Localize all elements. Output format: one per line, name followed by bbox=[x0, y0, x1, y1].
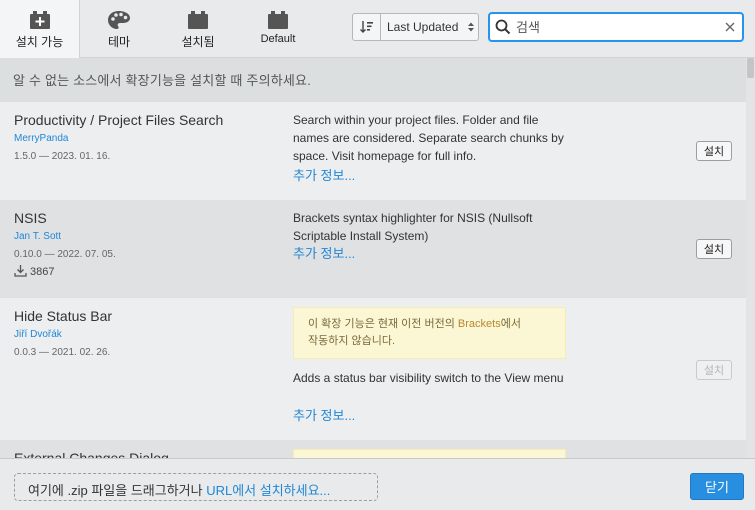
footer: 여기에 .zip 파일을 드래그하거나 URL에서 설치하세요... 닫기 bbox=[0, 458, 755, 510]
download-icon bbox=[14, 264, 27, 280]
compat-text: 작동하지 않습니다. bbox=[308, 335, 396, 347]
download-count-value: 3867 bbox=[30, 266, 55, 278]
compatibility-warning bbox=[293, 449, 566, 458]
list-item: Hide Status Bar Jiří Dvořák 0.0.3 — 2021… bbox=[0, 298, 746, 440]
more-info-link[interactable]: 추가 정보... bbox=[293, 243, 355, 262]
tab-available[interactable]: 설치 가능 bbox=[0, 0, 80, 58]
extension-title: NSIS bbox=[14, 210, 47, 226]
list-item: Productivity / Project Files Search Merr… bbox=[0, 102, 746, 200]
unknown-source-warning: 알 수 없는 소스에서 확장기능을 설치할 때 주의하세요. bbox=[0, 58, 746, 102]
close-button[interactable]: 닫기 bbox=[690, 473, 744, 500]
extension-title: External Changes Dialog bbox=[14, 450, 169, 458]
list-item: NSIS Jan T. Sott 0.10.0 — 2022. 07. 05. … bbox=[0, 200, 746, 298]
install-button-disabled: 설치 bbox=[696, 360, 732, 380]
search-icon bbox=[490, 19, 516, 35]
compatibility-warning: 이 확장 기능은 현재 이전 버전의 Brackets에서 작동하지 않습니다. bbox=[293, 307, 566, 359]
list-item: External Changes Dialog bbox=[0, 440, 746, 458]
extension-author-link[interactable]: Jiří Dvořák bbox=[14, 329, 62, 340]
extension-author-link[interactable]: Jan T. Sott bbox=[14, 231, 61, 242]
sort-label: Last Updated bbox=[387, 20, 459, 34]
install-from-url-link[interactable]: URL에서 설치하세요... bbox=[206, 483, 330, 498]
extension-add-icon bbox=[29, 10, 51, 30]
tab-themes[interactable]: 테마 bbox=[80, 0, 158, 58]
close-icon[interactable] bbox=[718, 22, 742, 32]
extension-list: Productivity / Project Files Search Merr… bbox=[0, 102, 746, 458]
more-info-link[interactable]: 추가 정보... bbox=[293, 405, 355, 424]
tab-installed[interactable]: 설치됨 bbox=[158, 0, 238, 58]
extension-author-link[interactable]: MerryPanda bbox=[14, 133, 68, 144]
compat-highlight: Brackets bbox=[457, 318, 501, 330]
palette-icon bbox=[107, 10, 131, 30]
sort-icon[interactable] bbox=[353, 14, 381, 40]
install-button[interactable]: 설치 bbox=[696, 141, 732, 161]
compat-text: 에서 bbox=[500, 318, 521, 330]
tab-default[interactable]: Default bbox=[238, 0, 318, 58]
extension-description: Brackets syntax highlighter for NSIS (Nu… bbox=[293, 211, 533, 243]
extension-version-date: 0.10.0 — 2022. 07. 05. bbox=[14, 249, 116, 260]
search-input[interactable] bbox=[516, 19, 718, 35]
zip-drop-zone[interactable]: 여기에 .zip 파일을 드래그하거나 URL에서 설치하세요... bbox=[14, 473, 378, 501]
tab-label: 설치 가능 bbox=[15, 35, 64, 49]
extension-version-date: 1.5.0 — 2023. 01. 16. bbox=[14, 151, 111, 162]
extension-version-date: 0.0.3 — 2021. 02. 26. bbox=[14, 347, 111, 358]
toolbar: 설치 가능 테마 설치됨 Default Last Updated bbox=[0, 0, 755, 58]
extension-description: Adds a status bar visibility switch to t… bbox=[293, 371, 564, 385]
compat-text: 이 확장 기능은 현재 이전 버전의 bbox=[308, 318, 458, 330]
more-info-link[interactable]: 추가 정보... bbox=[293, 165, 355, 184]
list-scrollbar[interactable] bbox=[746, 58, 755, 458]
tab-label: 테마 bbox=[107, 35, 131, 49]
scrollbar-thumb[interactable] bbox=[747, 58, 754, 78]
extension-title: Productivity / Project Files Search bbox=[14, 112, 224, 128]
download-count: 3867 bbox=[14, 264, 54, 280]
extension-title: Hide Status Bar bbox=[14, 308, 113, 324]
sort-dropdown[interactable]: Last Updated bbox=[352, 13, 479, 41]
updown-caret-icon bbox=[464, 21, 478, 33]
drop-zone-text: 여기에 .zip 파일을 드래그하거나 bbox=[28, 483, 207, 498]
extension-icon bbox=[267, 10, 289, 30]
tab-label: Default bbox=[260, 33, 296, 45]
install-button[interactable]: 설치 bbox=[696, 239, 732, 259]
extension-icon bbox=[187, 10, 209, 30]
extension-description: Search within your project files. Folder… bbox=[293, 113, 564, 163]
search-box bbox=[488, 12, 744, 42]
tab-label: 설치됨 bbox=[181, 35, 215, 49]
